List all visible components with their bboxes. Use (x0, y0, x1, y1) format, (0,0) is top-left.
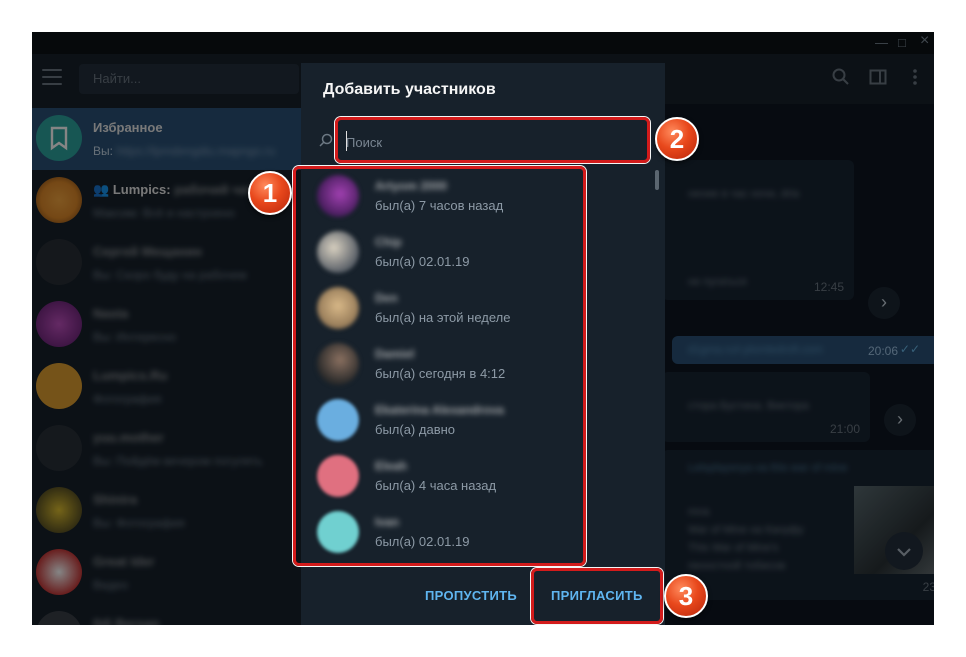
highlight-invite-button (531, 568, 663, 624)
search-icon (319, 133, 333, 150)
scrollbar[interactable] (655, 170, 659, 190)
dialog-title: Добавить участников (323, 81, 496, 98)
step-marker-2: 2 (655, 117, 699, 161)
highlight-search-field (335, 117, 650, 163)
skip-button[interactable]: ПРОПУСТИТЬ (425, 588, 517, 603)
step-marker-3: 3 (664, 574, 708, 618)
highlight-contact-list (293, 166, 586, 566)
step-marker-1: 1 (248, 171, 292, 215)
